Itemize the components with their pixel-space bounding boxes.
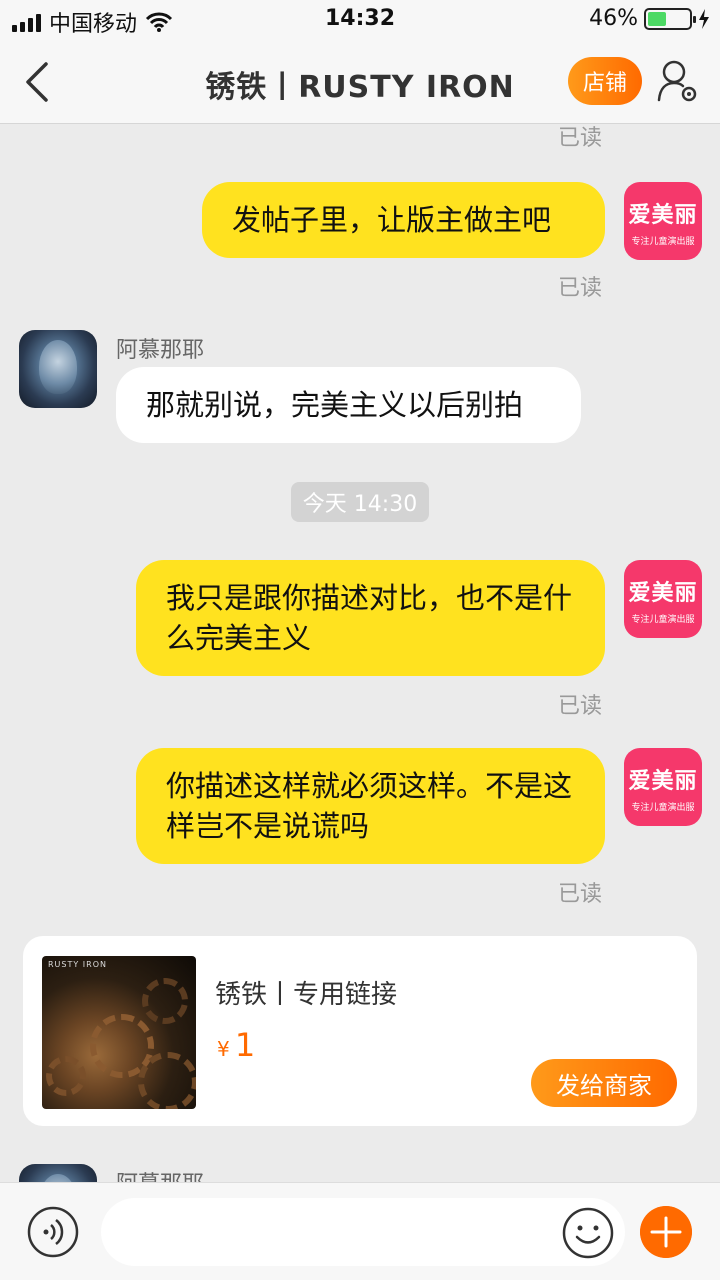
voice-icon[interactable] — [27, 1206, 79, 1258]
message-bubble-sent[interactable]: 你描述这样就必须这样。不是这样岂不是说谎吗 — [136, 748, 605, 864]
product-image[interactable]: RUSTY IRON — [42, 956, 196, 1109]
plus-icon[interactable] — [640, 1206, 692, 1258]
charging-icon — [699, 8, 709, 29]
message-bubble-sent[interactable]: 我只是跟你描述对比，也不是什么完美主义 — [136, 560, 605, 676]
shop-avatar-subtext: 专注儿童演出服 — [631, 237, 695, 247]
avatar[interactable] — [19, 330, 97, 408]
avatar[interactable] — [19, 1164, 97, 1182]
chat-area[interactable]: 已读 发帖子里，让版主做主吧 爱美丽 专注儿童演出服 已读 阿慕那耶 那就别说，… — [0, 124, 720, 1182]
shop-avatar[interactable]: 爱美丽 专注儿童演出服 — [624, 748, 702, 826]
read-receipt: 已读 — [558, 126, 603, 151]
shop-avatar-subtext: 专注儿童演出服 — [631, 615, 695, 625]
message-input[interactable] — [101, 1198, 625, 1266]
read-receipt: 已读 — [558, 882, 603, 907]
battery-percent: 46% — [589, 6, 638, 31]
nav-bar: 锈铁丨RUSTY IRON 店铺 — [0, 40, 720, 124]
currency-symbol: ¥ — [217, 1037, 230, 1061]
product-title: 锈铁丨专用链接 — [215, 980, 398, 1010]
shop-avatar-text: 爱美丽 — [628, 203, 698, 228]
sender-name: 阿慕那耶 — [116, 1166, 204, 1182]
message-bubble-received[interactable]: 那就别说，完美主义以后别拍 — [116, 367, 581, 443]
shop-button[interactable]: 店铺 — [568, 57, 642, 105]
read-receipt: 已读 — [558, 276, 603, 301]
shop-avatar-text: 爱美丽 — [628, 581, 698, 606]
product-card[interactable]: RUSTY IRON 锈铁丨专用链接 ¥ 1 发给商家 — [23, 936, 697, 1126]
user-settings-icon[interactable] — [656, 58, 700, 104]
product-image-brand: RUSTY IRON — [48, 960, 108, 969]
input-bar — [0, 1182, 720, 1280]
shop-avatar[interactable]: 爱美丽 专注儿童演出服 — [624, 182, 702, 260]
shop-avatar-text: 爱美丽 — [628, 769, 698, 794]
sender-name: 阿慕那耶 — [116, 338, 205, 363]
message-bubble-sent[interactable]: 发帖子里，让版主做主吧 — [202, 182, 605, 258]
emoji-icon[interactable] — [561, 1206, 615, 1260]
price-value: 1 — [234, 1026, 256, 1064]
shop-avatar-subtext: 专注儿童演出服 — [631, 803, 695, 813]
read-receipt: 已读 — [558, 694, 603, 719]
shop-avatar[interactable]: 爱美丽 专注儿童演出服 — [624, 560, 702, 638]
send-to-merchant-button[interactable]: 发给商家 — [531, 1059, 677, 1107]
time-divider: 今天 14:30 — [291, 482, 429, 522]
product-price: ¥ 1 — [217, 1026, 255, 1064]
status-bar: 中国移动 14:32 46% — [0, 0, 720, 40]
battery-icon — [644, 7, 696, 30]
